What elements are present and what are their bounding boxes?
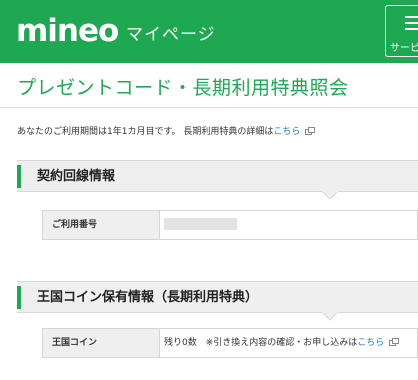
page-title: プレゼントコード・長期利用特典照会 — [17, 77, 349, 99]
section-accent-bar — [17, 286, 21, 309]
line-number-value-masked — [164, 218, 237, 230]
coin-value-text: 残り0数 ※引き換え内容の確認・お申し込みは — [164, 338, 358, 348]
coin-info-heading-label: 王国コイン保有情報（長期利用特典） — [37, 290, 259, 305]
section-pointer-icon — [322, 305, 338, 321]
service-menu-button[interactable]: サービス — [385, 5, 418, 57]
mineo-logo[interactable]: mineo — [16, 13, 119, 49]
site-header: mineo マイページ サービス — [0, 0, 418, 63]
coin-value: 残り0数 ※引き換え内容の確認・お申し込みはこちら — [164, 337, 400, 349]
line-number-label: ご利用番号 — [52, 220, 98, 230]
contract-info-heading: 契約回線情報 — [17, 160, 418, 200]
service-button-label: サービス — [390, 43, 418, 54]
section-pointer-icon — [322, 184, 338, 200]
row-header: 王国コイン — [43, 329, 160, 357]
usage-period-notice: あなたのご利用期間は1年1カ月目です。 長期利用特典の詳細はこちら — [17, 126, 316, 138]
notice-text: あなたのご利用期間は1年1カ月目です。 長期利用特典の詳細は — [17, 127, 274, 137]
header-subtitle: マイページ — [126, 25, 216, 45]
service-menu-icon — [405, 16, 418, 30]
coin-exchange-link[interactable]: こちら — [357, 338, 384, 348]
section-accent-bar — [17, 165, 21, 188]
coin-label: 王国コイン — [52, 338, 98, 348]
title-divider — [0, 107, 418, 108]
external-link-icon[interactable] — [389, 338, 400, 346]
row-header: ご利用番号 — [43, 211, 160, 239]
table-row: 王国コイン 残り0数 ※引き換え内容の確認・お申し込みはこちら — [42, 328, 418, 358]
benefit-details-link[interactable]: こちら — [273, 127, 300, 137]
contract-info-heading-label: 契約回線情報 — [37, 169, 116, 184]
external-link-icon[interactable] — [305, 127, 316, 135]
table-row: ご利用番号 — [42, 210, 418, 240]
coin-info-heading: 王国コイン保有情報（長期利用特典） — [17, 281, 418, 321]
